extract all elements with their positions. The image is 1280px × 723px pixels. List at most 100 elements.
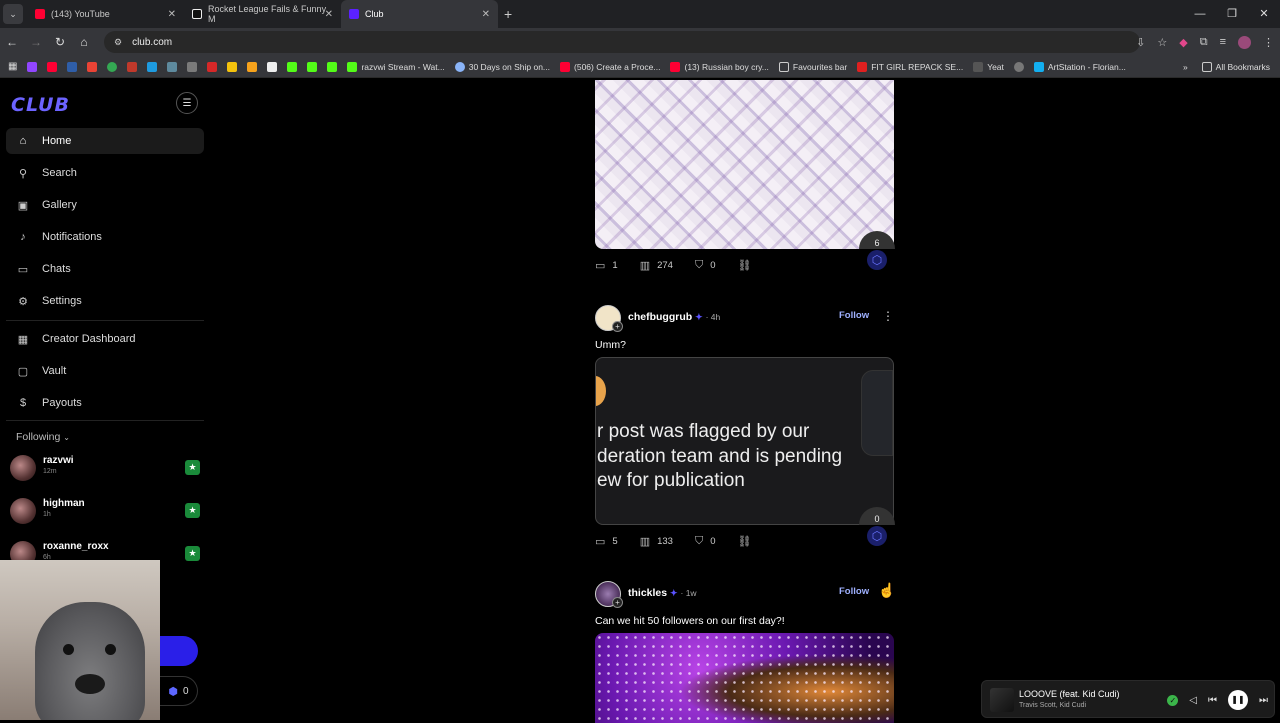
sidebar-item-notifications[interactable]: ♪ Notifications <box>6 224 204 250</box>
like-counter[interactable]: 6 ⬡ <box>859 231 895 270</box>
bookmark-star-icon[interactable]: ☆ <box>1157 36 1167 49</box>
browser-tab-strip: ⌄ (143) YouTube ✕ Rocket League Fails & … <box>0 0 1280 28</box>
bookmark-icon-only[interactable] <box>247 61 258 72</box>
tab-title: (143) YouTube <box>51 9 110 19</box>
back-icon[interactable]: ← <box>0 35 24 49</box>
follow-button[interactable]: Follow <box>839 586 869 597</box>
browser-tab-club[interactable]: Club ✕ <box>341 0 498 28</box>
bookmark-icon-only[interactable] <box>267 61 278 72</box>
bookmark-item[interactable]: 30 Days on Ship on... <box>454 61 550 72</box>
plus-icon[interactable]: + <box>612 321 623 332</box>
bookmark-item[interactable]: Yeat <box>973 61 1004 72</box>
sidebar-item-settings[interactable]: ⚙ Settings <box>6 288 204 314</box>
bookmark-icon-only[interactable] <box>107 61 118 72</box>
sidebar-item-home[interactable]: ⌂ Home <box>6 128 204 154</box>
saved-check-icon[interactable]: ✓ <box>1167 694 1179 706</box>
sidebar-item-search[interactable]: ⚲ Search <box>6 160 204 186</box>
bookmark-icon-only[interactable] <box>147 61 158 72</box>
follow-button[interactable]: Follow <box>839 310 869 321</box>
following-user[interactable]: highman 1h ★ <box>10 496 204 528</box>
previous-track-icon[interactable]: ⏮ <box>1208 695 1217 706</box>
menu-dots-icon[interactable]: ⋮ <box>1263 36 1274 49</box>
bookmark-icon-only[interactable] <box>187 61 198 72</box>
home-browser-icon[interactable]: ⌂ <box>72 35 96 49</box>
close-icon[interactable]: ✕ <box>168 9 176 20</box>
bookmark-icon[interactable]: ⛉ <box>695 535 703 548</box>
tab-search-button[interactable]: ⌄ <box>3 4 23 24</box>
close-window-icon[interactable]: ✕ <box>1248 0 1280 28</box>
more-options-icon[interactable]: ⋮ <box>882 309 894 323</box>
bookmark-item[interactable]: ArtStation - Florian... <box>1033 61 1126 72</box>
sidebar-item-payouts[interactable]: $ Payouts <box>6 390 204 416</box>
post-text: Umm? <box>595 339 626 351</box>
close-icon[interactable]: ✕ <box>482 9 490 20</box>
views-icon: ▥ <box>639 535 651 548</box>
dollar-icon: $ <box>19 397 27 409</box>
bookmark-icon-only[interactable] <box>167 61 178 72</box>
bookmark-item[interactable]: razvwi Stream - Wat... <box>347 61 445 72</box>
like-counter[interactable]: 0 ⬡ <box>859 507 895 546</box>
all-bookmarks-folder[interactable]: All Bookmarks <box>1201 62 1270 72</box>
post-username[interactable]: thickles ✦ · 1w <box>628 587 697 599</box>
following-user[interactable]: razvwi 12m ★ <box>10 453 204 485</box>
install-icon[interactable]: ⇩ <box>1136 36 1145 49</box>
chevron-right-icon[interactable]: » <box>1183 62 1188 72</box>
sidebar-item-creator-dashboard[interactable]: ▦ Creator Dashboard <box>6 326 204 352</box>
bookmark-icon-only[interactable] <box>307 61 318 72</box>
bookmark-folder[interactable]: Favourites bar <box>778 61 847 72</box>
search-icon: ⚲ <box>18 167 28 180</box>
bookmark-icon-only[interactable] <box>1013 61 1024 72</box>
forward-icon[interactable]: → <box>24 35 48 49</box>
next-track-icon[interactable]: ⏭ <box>1259 695 1268 706</box>
bookmark-item[interactable]: FIT GIRL REPACK SE... <box>857 61 963 72</box>
post-image[interactable] <box>595 633 894 723</box>
browser-tab-rocket-league[interactable]: Rocket League Fails & Funny M ✕ <box>184 0 341 28</box>
link-icon[interactable]: ⛓ <box>738 259 752 272</box>
bookmark-icon-only[interactable] <box>127 61 138 72</box>
bookmark-icon-only[interactable] <box>47 61 58 72</box>
bookmark-icon-only[interactable] <box>27 61 38 72</box>
profile-avatar[interactable] <box>1238 35 1251 49</box>
pause-icon[interactable]: ❚❚ <box>1228 690 1248 710</box>
media-icon[interactable]: ≡ <box>1220 36 1226 48</box>
tab-title: Club <box>365 9 384 19</box>
bookmark-icon[interactable]: ⛉ <box>695 259 703 272</box>
comment-icon[interactable]: ▭ <box>595 535 605 548</box>
extension-shield-icon[interactable]: ◆ <box>1179 36 1187 49</box>
gear-icon: ⚙ <box>18 295 28 308</box>
post-image[interactable] <box>595 80 894 249</box>
browser-tab-youtube[interactable]: (143) YouTube ✕ <box>27 0 184 28</box>
bookmark-icon-only[interactable] <box>207 61 218 72</box>
sidebar-menu-button[interactable]: ☰ <box>176 92 198 114</box>
create-post-button[interactable] <box>160 636 198 666</box>
coins-button[interactable]: ⬢ 0 <box>160 676 198 706</box>
sidebar-item-gallery[interactable]: ▣ Gallery <box>6 192 204 218</box>
apps-icon[interactable]: ▦ <box>8 61 17 72</box>
bookmark-icon-only[interactable] <box>67 61 78 72</box>
extensions-icon[interactable]: ⧉ <box>1200 36 1208 49</box>
bookmark-icon-only[interactable] <box>87 61 98 72</box>
restore-icon[interactable]: ❐ <box>1216 0 1248 28</box>
club-logo[interactable]: CLUB <box>11 94 70 116</box>
bookmark-icon-only[interactable] <box>287 61 298 72</box>
hamburger-icon: ☰ <box>182 97 192 109</box>
plus-icon[interactable]: + <box>612 597 623 608</box>
site-info-icon[interactable]: ⚙ <box>114 37 122 48</box>
new-tab-button[interactable]: + <box>504 6 512 22</box>
minimize-icon[interactable]: — <box>1184 0 1216 28</box>
bookmark-item[interactable]: (506) Create a Proce... <box>560 61 660 72</box>
bookmark-item[interactable]: (13) Russian boy cry... <box>670 61 769 72</box>
close-icon[interactable]: ✕ <box>325 9 333 20</box>
link-icon[interactable]: ⛓ <box>738 535 752 548</box>
comment-icon[interactable]: ▭ <box>595 259 605 272</box>
flagged-post-card[interactable]: r post was flagged by our deration team … <box>595 357 894 525</box>
sidebar-item-vault[interactable]: ▢ Vault <box>6 358 204 384</box>
post-username[interactable]: chefbuggrub ✦ · 4h <box>628 311 720 323</box>
address-bar[interactable]: ⚙ club.com <box>104 31 1140 53</box>
reload-icon[interactable]: ↻ <box>48 35 72 49</box>
bookmark-icon-only[interactable] <box>327 61 338 72</box>
sidebar-item-chats[interactable]: ▭ Chats <box>6 256 204 282</box>
following-toggle[interactable]: Following ⌄ <box>16 431 70 443</box>
bookmark-icon-only[interactable] <box>227 61 238 72</box>
volume-icon[interactable]: ◁ <box>1189 695 1197 706</box>
